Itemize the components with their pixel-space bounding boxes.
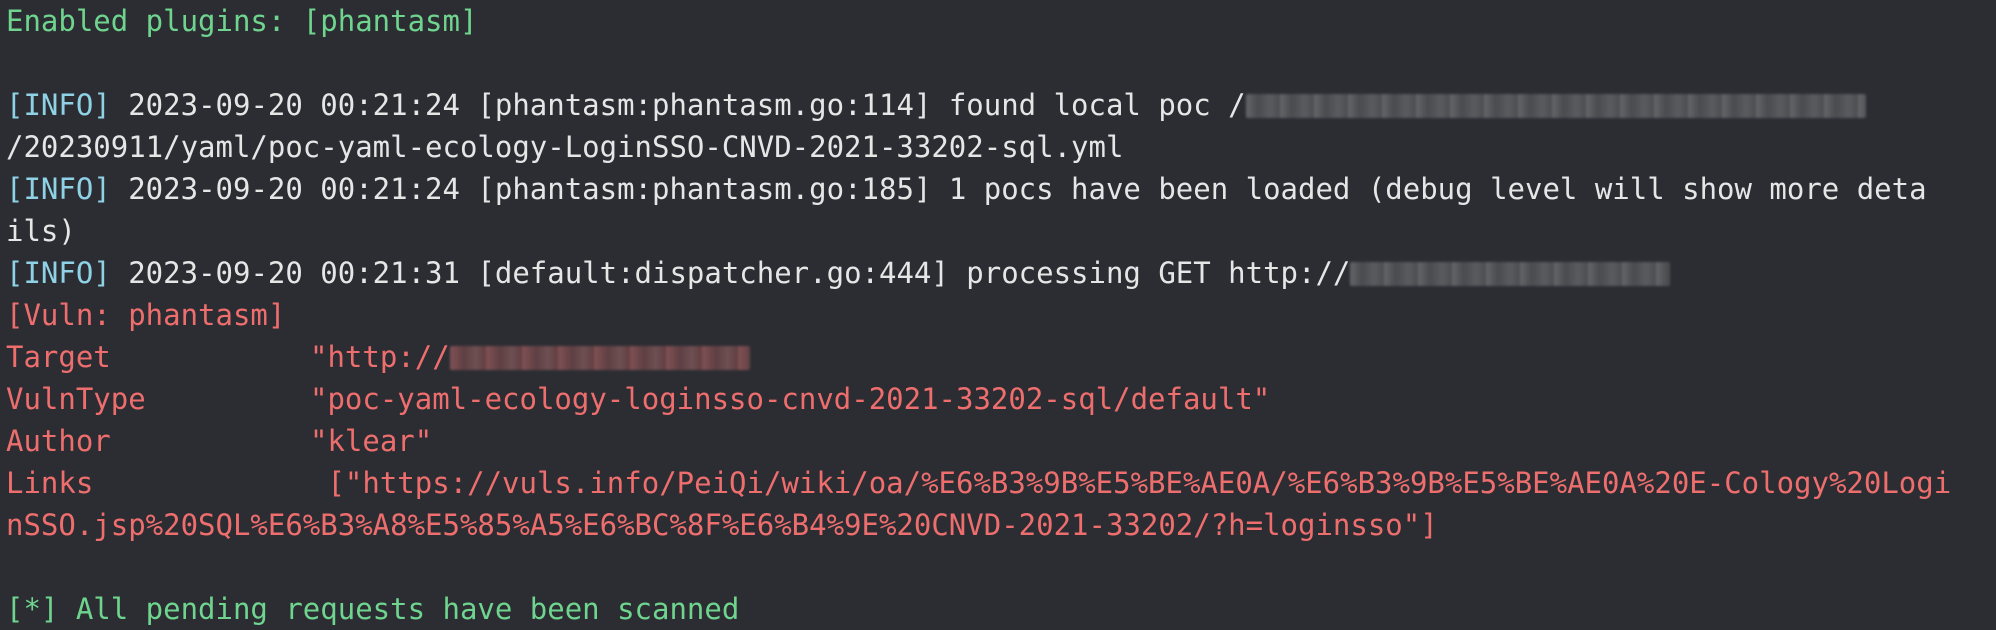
redacted-url xyxy=(1350,262,1671,286)
field-key: Author xyxy=(6,424,111,458)
info-line-2: [INFO] 2023-09-20 00:21:24 [phantasm:pha… xyxy=(6,168,1996,210)
vuln-author-row: Author "klear" xyxy=(6,420,1996,462)
vuln-links-row: Links ["https://vuls.info/PeiQi/wiki/oa/… xyxy=(6,462,1996,504)
field-value: "poc-yaml-ecology-loginsso-cnvd-2021-332… xyxy=(310,382,1271,416)
terminal-window[interactable]: Enabled plugins: [phantasm] [INFO] 2023-… xyxy=(0,0,1996,630)
vuln-header: [Vuln: phantasm] xyxy=(6,298,286,332)
info-line-1: [INFO] 2023-09-20 00:21:24 [phantasm:pha… xyxy=(6,84,1996,126)
redacted-path xyxy=(1245,94,1866,118)
info-text: 2023-09-20 00:21:31 [default:dispatcher.… xyxy=(110,256,1351,290)
scan-complete-line: [*] All pending requests have been scann… xyxy=(6,592,740,626)
vuln-target-row: Target "http:// xyxy=(6,336,1996,378)
info-text: 2023-09-20 00:21:24 [phantasm:phantasm.g… xyxy=(110,172,1927,206)
info-line-3: [INFO] 2023-09-20 00:21:31 [default:disp… xyxy=(6,252,1996,294)
vuln-type-row: VulnType "poc-yaml-ecology-loginsso-cnvd-… xyxy=(6,378,1996,420)
field-key: Links xyxy=(6,466,94,500)
field-value: ["https://vuls.info/PeiQi/wiki/oa/%E6%B3… xyxy=(310,466,1952,500)
info-tag: [INFO] xyxy=(6,172,111,206)
info-text: 2023-09-20 00:21:24 [phantasm:phantasm.g… xyxy=(110,88,1246,122)
redacted-target xyxy=(449,346,750,370)
info-tag: [INFO] xyxy=(6,256,111,290)
info-tag: [INFO] xyxy=(6,88,111,122)
field-key: VulnType xyxy=(6,382,146,416)
field-value: "http:// xyxy=(310,340,450,374)
vuln-links-continued: nSSO.jsp%20SQL%E6%B3%A8%E5%85%A5%E6%BC%8… xyxy=(6,508,1438,542)
info-line-2-continued: ils) xyxy=(6,214,76,248)
info-line-1-continued: /20230911/yaml/poc-yaml-ecology-LoginSSO… xyxy=(6,130,1124,164)
field-value: "klear" xyxy=(310,424,433,458)
enabled-plugins-line: Enabled plugins: [phantasm] xyxy=(6,4,478,38)
field-key: Target xyxy=(6,340,111,374)
